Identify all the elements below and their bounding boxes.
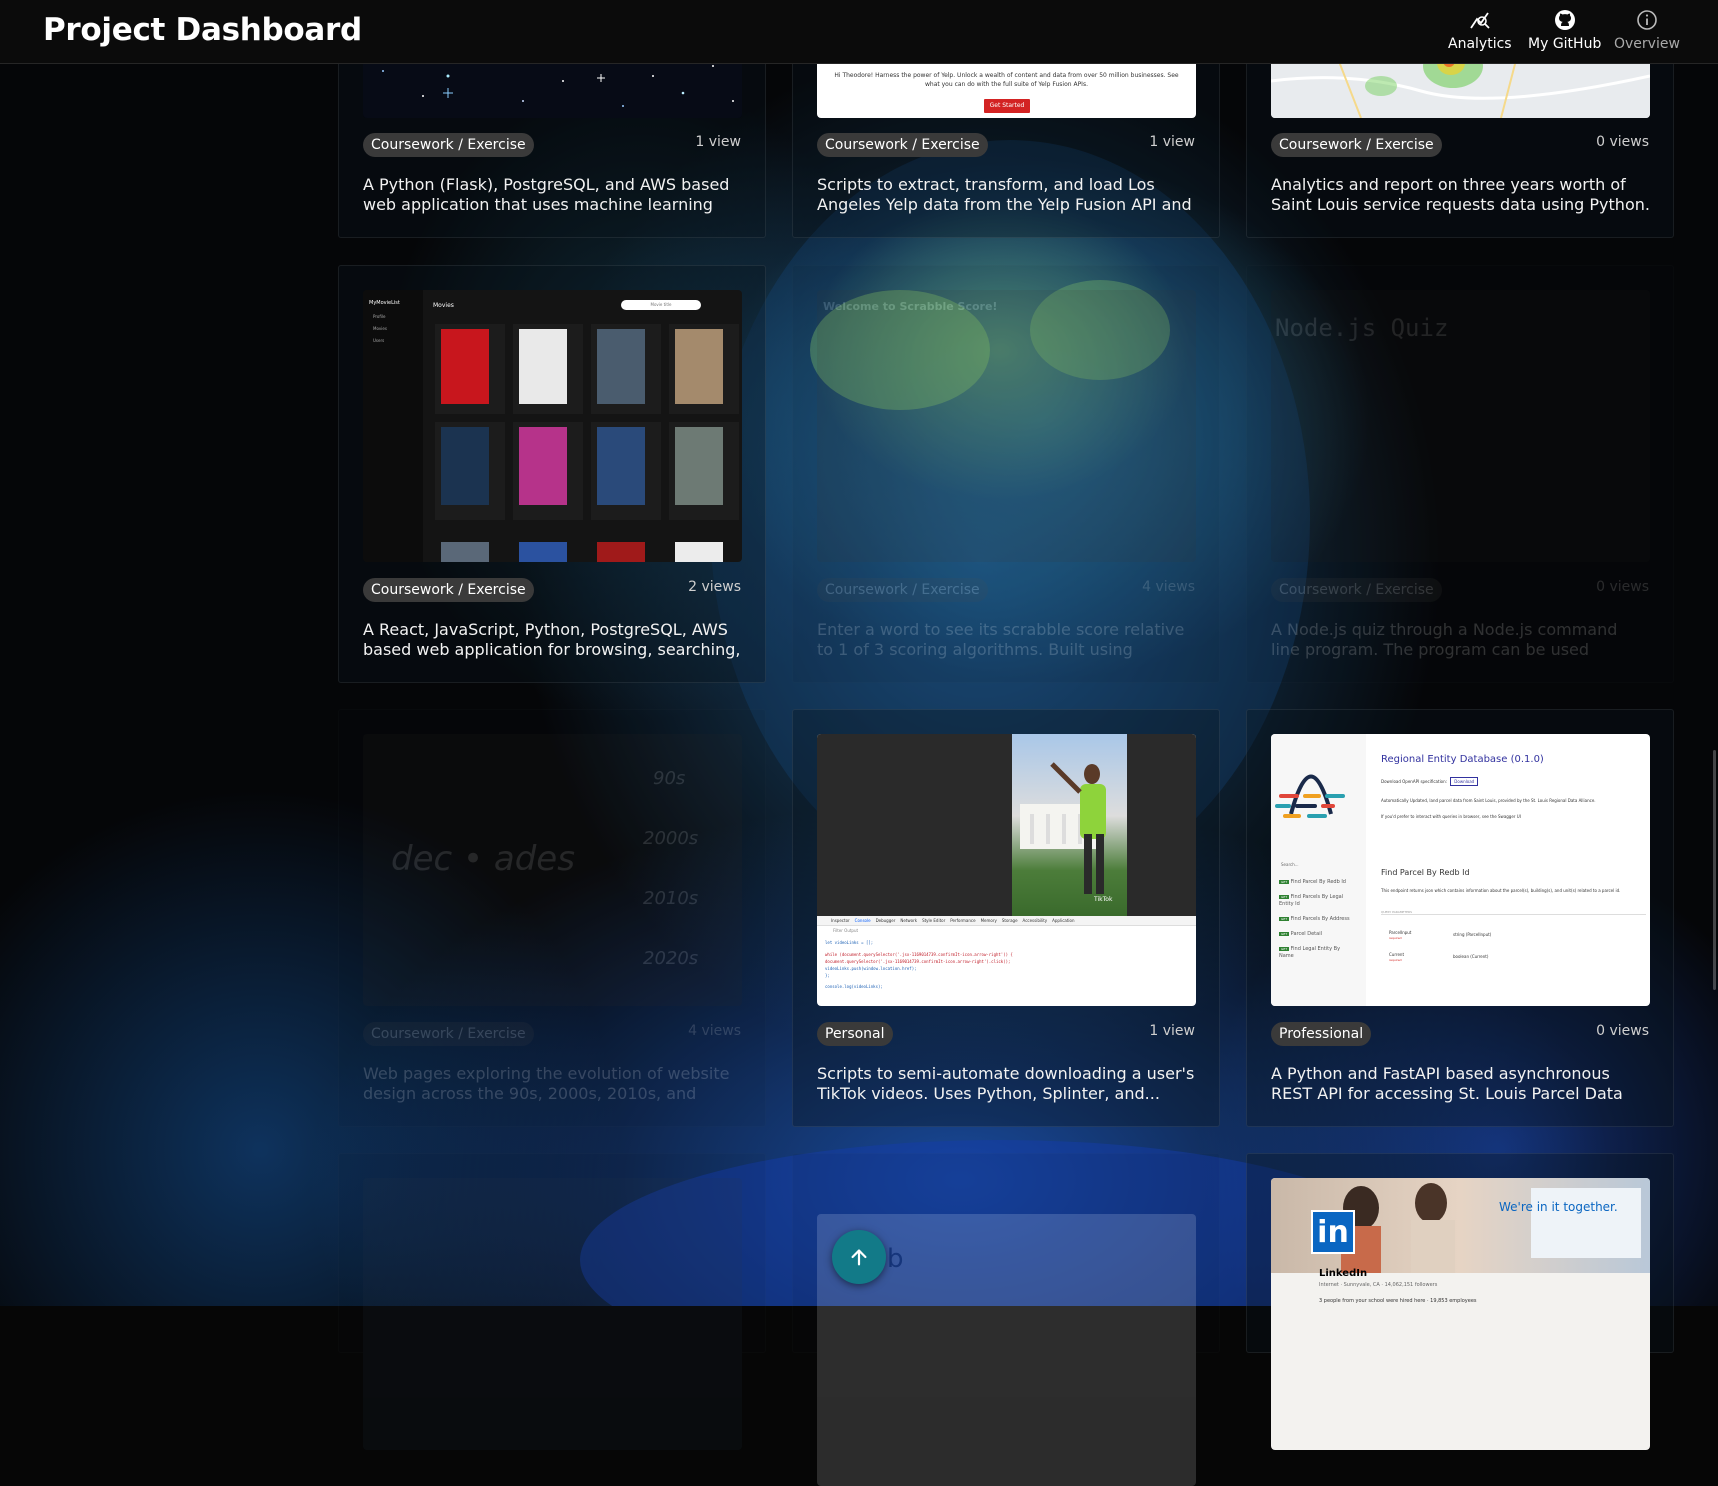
redb-logo	[1275, 774, 1345, 818]
category-chip[interactable]: Coursework / Exercise	[363, 133, 534, 157]
nav-overview[interactable]: Overview	[1614, 8, 1680, 58]
movie-posters	[435, 324, 739, 562]
devtools-tabs: Inspector Console Debugger Network Style…	[817, 916, 1196, 926]
category-chip[interactable]: Personal	[817, 1022, 893, 1046]
nav-github-label: My GitHub	[1528, 36, 1602, 52]
view-count: 2 views	[688, 579, 741, 595]
project-card[interactable]: MyMovieList Profile Movies Users Movies …	[338, 265, 766, 683]
card-description: Enter a word to see its scrabble score r…	[817, 620, 1185, 659]
api-docs-sidebar: Search... GET Find Parcel By Redb Id GET…	[1271, 734, 1366, 1006]
card-description: Scripts to extract, transform, and load …	[817, 175, 1192, 214]
project-card[interactable]: Welcome to Scrabble Score! Coursework / …	[792, 265, 1220, 683]
project-card[interactable]: TikTok Inspector Console Debugger Networ…	[792, 709, 1220, 1127]
card-thumbnail: TikTok Inspector Console Debugger Networ…	[817, 734, 1196, 1006]
scroll-to-top-button[interactable]	[832, 1230, 886, 1284]
card-description: Scripts to semi-automate downloading a u…	[817, 1064, 1195, 1103]
project-card[interactable]	[338, 1153, 766, 1450]
card-description: Web pages exploring the evolution of web…	[363, 1064, 730, 1103]
yelp-get-started: Get Started	[984, 99, 1030, 113]
card-thumbnail: Welcome to Scrabble Score!	[817, 290, 1196, 562]
view-count: 1 view	[1149, 134, 1195, 150]
view-count: 0 views	[1596, 1023, 1649, 1039]
api-endpoint-list: GET Find Parcel By Redb Id GET Find Parc…	[1279, 879, 1350, 959]
category-chip[interactable]: Coursework / Exercise	[1271, 578, 1442, 602]
project-card[interactable]: dec • ades 90s 2000s 2010s 2020s Coursew…	[338, 709, 766, 1127]
card-description: Analytics and report on three years wort…	[1271, 175, 1650, 214]
view-count: 0 views	[1596, 579, 1649, 595]
project-card[interactable]: Coursework / Exercise 1 view A Python (F…	[338, 40, 766, 238]
nav-github[interactable]: My GitHub	[1528, 8, 1601, 58]
card-thumbnail: Node.js Quiz	[1271, 290, 1650, 562]
card-thumbnail: MyMovieList Profile Movies Users Movies …	[363, 290, 742, 562]
view-count: 4 views	[1142, 579, 1195, 595]
analytics-icon	[1470, 12, 1490, 29]
project-card[interactable]: Search... GET Find Parcel By Redb Id GET…	[1246, 709, 1674, 1127]
video-frame: TikTok	[1012, 734, 1127, 916]
project-card[interactable]: Node.js Quiz Coursework / Exercise 0 vie…	[1246, 265, 1674, 683]
card-thumbnail: dec • ades 90s 2000s 2010s 2020s	[363, 734, 742, 1006]
info-icon	[1637, 10, 1657, 30]
category-chip[interactable]: Coursework / Exercise	[1271, 133, 1442, 157]
card-thumbnail: Search... GET Find Parcel By Redb Id GET…	[1271, 734, 1650, 1006]
video-scene	[1020, 762, 1106, 894]
top-bar: Project Dashboard Analytics My GitHub Ov…	[0, 0, 1718, 64]
card-description: A React, JavaScript, Python, PostgreSQL,…	[363, 620, 741, 659]
project-card[interactable]: We're in it together. in LinkedIn Intern…	[1246, 1153, 1674, 1450]
video-blur-right	[1127, 734, 1196, 916]
page-title: Project Dashboard	[43, 12, 362, 48]
yelp-thumbnail-text: Hi Theodore! Harness the power of Yelp. …	[834, 72, 1179, 88]
project-card[interactable]: Coursework / Exercise 0 views Analytics …	[1246, 40, 1674, 238]
view-count: 0 views	[1596, 134, 1649, 150]
project-card[interactable]: Hi Theodore! Harness the power of Yelp. …	[792, 40, 1220, 238]
card-description: A Node.js quiz through a Node.js command…	[1271, 620, 1618, 659]
category-chip[interactable]: Professional	[1271, 1022, 1372, 1046]
nav-overview-label: Overview	[1614, 36, 1680, 52]
card-description: A Python (Flask), PostgreSQL, and AWS ba…	[363, 175, 730, 214]
card-thumbnail	[363, 1178, 742, 1450]
nav-analytics[interactable]: Analytics	[1448, 8, 1512, 58]
video-blur-left	[817, 734, 1012, 916]
category-chip[interactable]: Coursework / Exercise	[817, 133, 988, 157]
linkedin-logo: in	[1311, 1210, 1355, 1254]
card-description: A Python and FastAPI based asynchronous …	[1271, 1064, 1623, 1103]
devtools-console: let videoLinks = []; while (document.que…	[825, 940, 1013, 989]
github-icon	[1554, 10, 1575, 30]
category-chip[interactable]: Coursework / Exercise	[363, 1022, 534, 1046]
view-count: 1 view	[1149, 1023, 1195, 1039]
tiktok-watermark: TikTok	[1094, 896, 1113, 903]
arrow-up-icon	[851, 1249, 867, 1266]
linkedin-tagline: We're in it together.	[1499, 1200, 1618, 1214]
scrollbar-thumb[interactable]	[1713, 750, 1716, 990]
card-thumbnail: We're in it together. in LinkedIn Intern…	[1271, 1178, 1650, 1450]
view-count: 4 views	[688, 1023, 741, 1039]
nav-analytics-label: Analytics	[1448, 36, 1512, 52]
view-count: 1 view	[695, 134, 741, 150]
category-chip[interactable]: Coursework / Exercise	[817, 578, 988, 602]
category-chip[interactable]: Coursework / Exercise	[363, 578, 534, 602]
